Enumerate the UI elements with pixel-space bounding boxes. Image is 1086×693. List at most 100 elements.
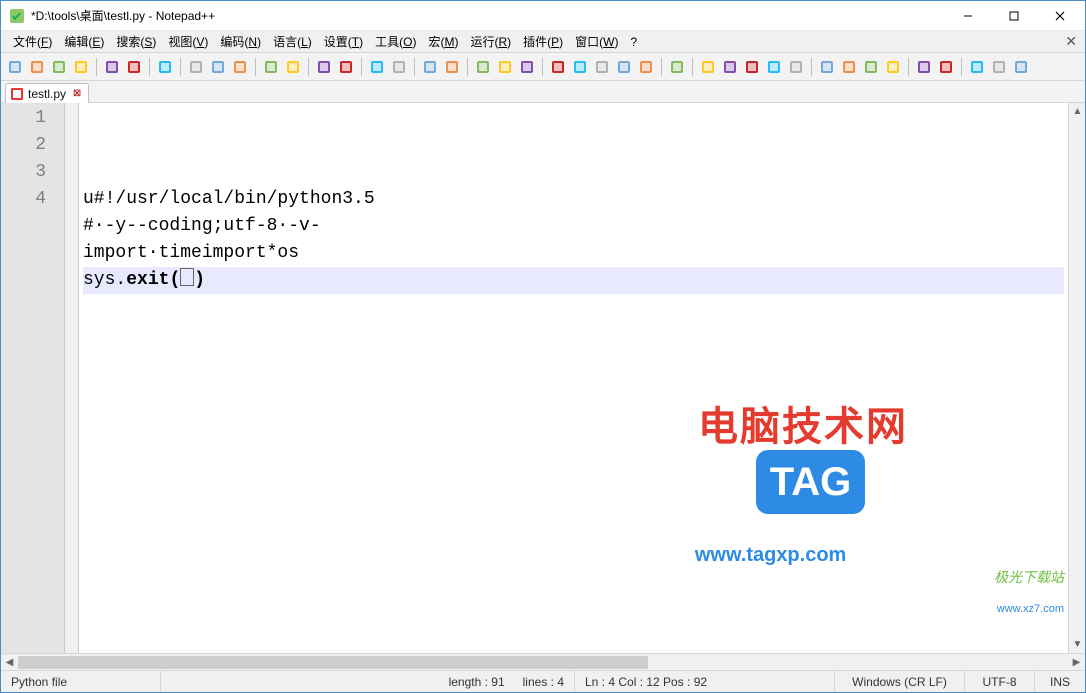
maximize-button[interactable]: [991, 1, 1037, 31]
window-titlebar: *D:\tools\桌面\testl.py - Notepad++: [1, 1, 1085, 31]
menu-w[interactable]: 窗口(W): [569, 31, 624, 52]
tab-file[interactable]: testl.py ⊠: [5, 83, 89, 103]
menu-n[interactable]: 编码(N): [214, 31, 267, 52]
menu-l[interactable]: 语言(L): [267, 31, 318, 52]
menu-e[interactable]: 编辑(E): [58, 31, 110, 52]
new-file-icon[interactable]: [5, 57, 25, 77]
code-line[interactable]: u#!/usr/local/bin/python3.5: [83, 186, 1064, 213]
lang-icon[interactable]: [548, 57, 568, 77]
vertical-scrollbar[interactable]: ▲ ▼: [1068, 103, 1085, 653]
show-all-icon[interactable]: [495, 57, 515, 77]
toggle-3-icon[interactable]: [967, 57, 987, 77]
close-all-icon[interactable]: [124, 57, 144, 77]
close-icon[interactable]: [102, 57, 122, 77]
fold-margin[interactable]: [65, 103, 79, 653]
wrap-icon[interactable]: [473, 57, 493, 77]
toolbar-separator: [180, 58, 181, 76]
folder-icon[interactable]: [636, 57, 656, 77]
sync-h-icon[interactable]: [442, 57, 462, 77]
close-window-button[interactable]: [1037, 1, 1083, 31]
doc-list-icon[interactable]: [592, 57, 612, 77]
status-position: Ln : 4 Col : 12 Pos : 92: [575, 671, 835, 692]
scroll-right-icon[interactable]: ▶: [1068, 654, 1085, 671]
menu-m[interactable]: 宏(M): [422, 31, 464, 52]
compare-icon[interactable]: [817, 57, 837, 77]
menu-v[interactable]: 视图(V): [162, 31, 214, 52]
toggle-4-icon[interactable]: [989, 57, 1009, 77]
zoom-in-icon[interactable]: [367, 57, 387, 77]
indent-guide-icon[interactable]: [517, 57, 537, 77]
menu-f[interactable]: 文件(F): [7, 31, 58, 52]
replace-icon[interactable]: [336, 57, 356, 77]
menubar-close-icon[interactable]: ✕: [1065, 33, 1077, 50]
record-icon[interactable]: [698, 57, 718, 77]
app-icon: [9, 8, 25, 24]
menu-t[interactable]: 设置(T): [318, 31, 369, 52]
code-line[interactable]: #·-y--coding;utf-8·-v-: [83, 213, 1064, 240]
monitor-icon[interactable]: [667, 57, 687, 77]
paste-icon[interactable]: [230, 57, 250, 77]
func-list-icon[interactable]: [614, 57, 634, 77]
caret: [180, 268, 194, 286]
redo-icon[interactable]: [283, 57, 303, 77]
menu-o[interactable]: 工具(O): [369, 31, 422, 52]
scroll-left-icon[interactable]: ◀: [1, 654, 18, 671]
toolbar-separator: [255, 58, 256, 76]
menu-bar: 文件(F)编辑(E)搜索(S)视图(V)编码(N)语言(L)设置(T)工具(O)…: [1, 31, 1085, 53]
menu-s[interactable]: 搜索(S): [110, 31, 162, 52]
toggle-1-icon[interactable]: [914, 57, 934, 77]
line-number[interactable]: 3: [1, 159, 64, 186]
print-icon[interactable]: [155, 57, 175, 77]
watermark-corner: 极光下载站 www.xz7.com: [971, 551, 1064, 647]
play-multi-icon[interactable]: [764, 57, 784, 77]
save-icon[interactable]: [49, 57, 69, 77]
status-encoding[interactable]: UTF-8: [965, 671, 1035, 692]
sync-v-icon[interactable]: [420, 57, 440, 77]
save-all-icon[interactable]: [71, 57, 91, 77]
status-filetype: Python file: [1, 671, 161, 692]
code-area[interactable]: u#!/usr/local/bin/python3.5#·-y--coding;…: [79, 103, 1068, 653]
minimize-button[interactable]: [945, 1, 991, 31]
tab-bar: testl.py ⊠: [1, 81, 1085, 103]
tab-close-icon[interactable]: ⊠: [72, 89, 82, 99]
status-eol[interactable]: Windows (CR LF): [835, 671, 965, 692]
toolbar-separator: [661, 58, 662, 76]
find-icon[interactable]: [314, 57, 334, 77]
doc-map-icon[interactable]: [570, 57, 590, 77]
line-number[interactable]: 2: [1, 132, 64, 159]
copy-icon[interactable]: [208, 57, 228, 77]
editor: 1234 u#!/usr/local/bin/python3.5#·-y--co…: [1, 103, 1085, 653]
save-macro-icon[interactable]: [786, 57, 806, 77]
cut-icon[interactable]: [186, 57, 206, 77]
code-line[interactable]: sys.exit(): [83, 267, 1064, 294]
nav-prev-icon[interactable]: [883, 57, 903, 77]
toolbar-separator: [308, 58, 309, 76]
scroll-thumb[interactable]: [18, 656, 648, 669]
menu-p[interactable]: 插件(P): [517, 31, 569, 52]
line-number-gutter[interactable]: 1234: [1, 103, 65, 653]
stop-icon[interactable]: [720, 57, 740, 77]
status-insert-mode[interactable]: INS: [1035, 671, 1085, 692]
status-length-lines: length : 91 lines : 4: [161, 671, 575, 692]
menu-r[interactable]: 运行(R): [464, 31, 517, 52]
code-line[interactable]: import·timeimport*os: [83, 240, 1064, 267]
play-icon[interactable]: [742, 57, 762, 77]
open-file-icon[interactable]: [27, 57, 47, 77]
scroll-up-icon[interactable]: ▲: [1069, 103, 1085, 120]
clear-compare-icon[interactable]: [839, 57, 859, 77]
scroll-down-icon[interactable]: ▼: [1069, 636, 1085, 653]
line-number[interactable]: 1: [1, 105, 64, 132]
bold-h-icon[interactable]: [1011, 57, 1031, 77]
status-bar: Python file length : 91 lines : 4 Ln : 4…: [1, 670, 1085, 692]
toolbar-separator: [908, 58, 909, 76]
menu-help[interactable]: ?: [624, 33, 643, 51]
line-number[interactable]: 4: [1, 186, 64, 213]
nav-first-icon[interactable]: [861, 57, 881, 77]
horizontal-scrollbar[interactable]: ◀ ▶: [1, 653, 1085, 670]
toolbar-separator: [149, 58, 150, 76]
zoom-out-icon[interactable]: [389, 57, 409, 77]
toggle-2-icon[interactable]: [936, 57, 956, 77]
toolbar-separator: [467, 58, 468, 76]
undo-icon[interactable]: [261, 57, 281, 77]
window-title: *D:\tools\桌面\testl.py - Notepad++: [31, 7, 215, 24]
